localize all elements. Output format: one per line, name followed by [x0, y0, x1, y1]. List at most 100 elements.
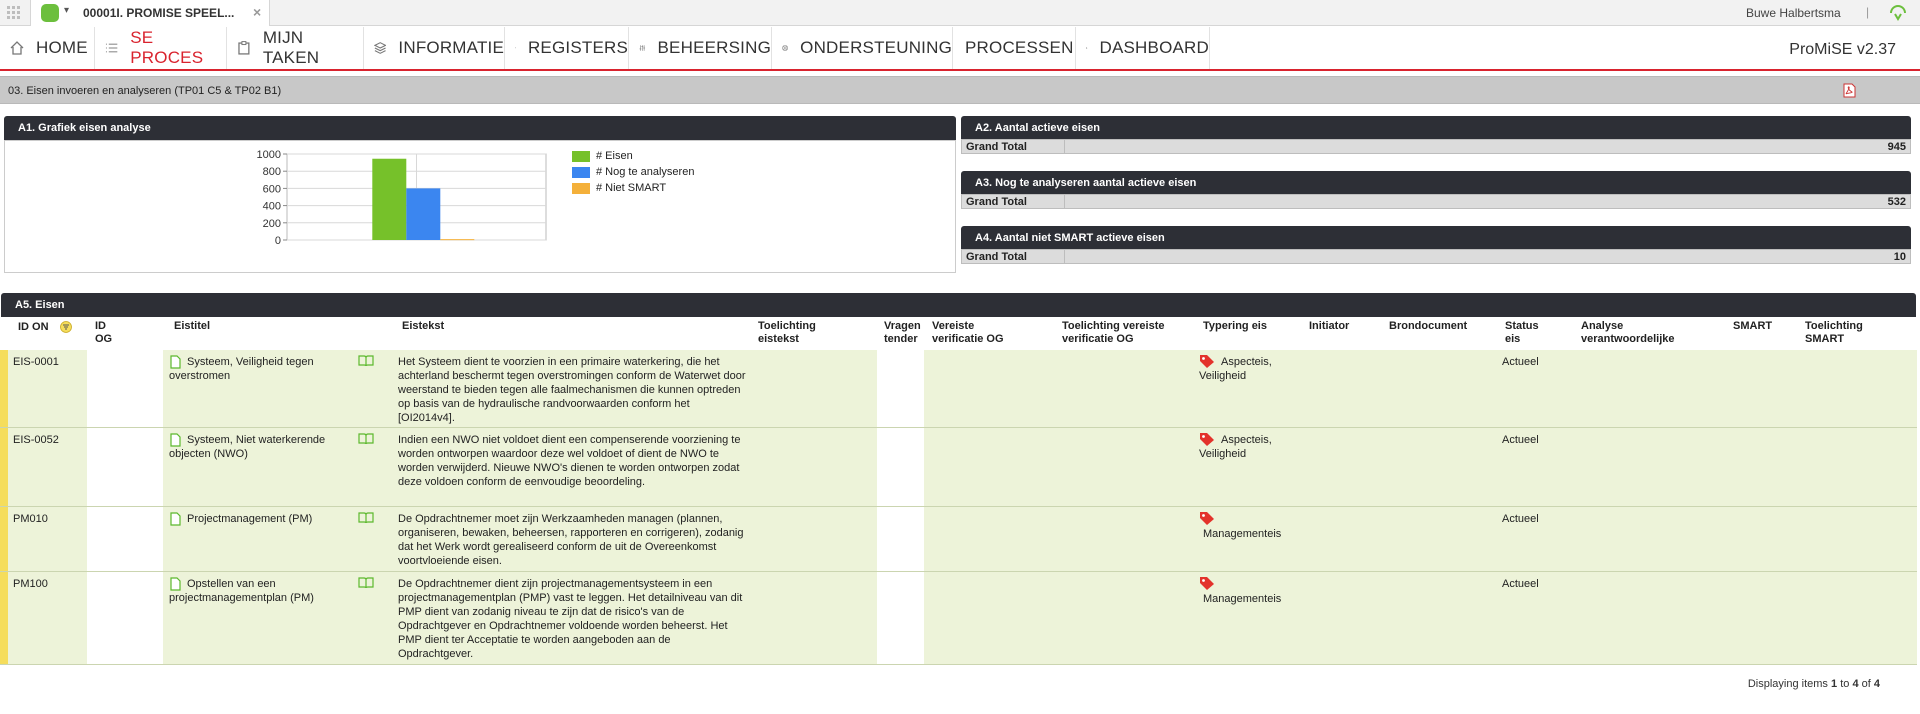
cell-eistitel-link[interactable]: Projectmanagement (PM): [169, 512, 339, 526]
nav-item-ondersteuning[interactable]: ONDERSTEUNING: [772, 27, 953, 69]
legend-label: # Niet SMART: [596, 182, 667, 194]
table-row[interactable]: EIS-0052 Systeem, Niet waterkerende obje…: [0, 428, 1917, 507]
table-row[interactable]: PM100 Opstellen van een projectmanagemen…: [0, 572, 1917, 665]
cell-status: Actueel: [1502, 434, 1539, 446]
cell-vragen-tender: [877, 572, 924, 664]
grand-total-row-a3: Grand Total 532: [961, 194, 1911, 209]
column-header-analyse-verantwoordelijke[interactable]: Analyse verantwoordelijke: [1581, 320, 1701, 346]
filter-icon[interactable]: [60, 321, 72, 333]
panel-a5-title: A5. Eisen: [15, 299, 65, 311]
column-header-eistitel[interactable]: Eistitel: [174, 320, 210, 333]
nav-item-informatie[interactable]: INFORMATIE: [364, 27, 505, 69]
column-header-eistekst[interactable]: Eistekst: [402, 320, 444, 333]
pdf-export-icon[interactable]: [1843, 83, 1856, 98]
sliders-icon: [639, 45, 646, 51]
close-icon[interactable]: ×: [253, 4, 261, 20]
column-header-status-eis[interactable]: Status eis: [1505, 320, 1545, 346]
cell-typering: Managementeis: [1203, 528, 1282, 540]
cell-id-og: [87, 428, 163, 506]
nav-item-dashboard[interactable]: DASHBOARD: [1076, 27, 1210, 69]
nav-label: INFORMATIE: [398, 38, 504, 57]
main-nav: HOME SE PROCES MIJN TAKEN INFORMATIE REG…: [0, 27, 1920, 71]
app-tab[interactable]: ▾ 00001I. PROMISE SPEEL... ×: [30, 0, 270, 26]
cell-eistekst: De Opdrachtnemer moet zijn Werkzaamheden…: [398, 513, 744, 567]
panel-a3-header: A3. Nog te analyseren aantal actieve eis…: [961, 171, 1911, 195]
cell-id-on[interactable]: PM010: [13, 512, 48, 526]
legend-swatch: [572, 183, 590, 194]
nav-item-processen[interactable]: PROCESSEN: [953, 27, 1076, 69]
y-tick-label: 1000: [257, 149, 281, 161]
cell-eistekst: De Opdrachtnemer dient zijn projectmanag…: [398, 578, 743, 660]
column-header-vereiste-verificatie[interactable]: Vereiste verificatie OG: [932, 320, 1022, 346]
column-header-toelichting-verificatie[interactable]: Toelichting vereiste verificatie OG: [1062, 320, 1182, 346]
row-marker: [0, 428, 8, 506]
panel-a2-title: A2. Aantal actieve eisen: [975, 122, 1100, 134]
book-icon[interactable]: [358, 512, 374, 524]
nav-item-registers[interactable]: REGISTERS: [505, 27, 629, 69]
cell-status: Actueel: [1502, 578, 1539, 590]
panel-a3-title: A3. Nog te analyseren aantal actieve eis…: [975, 177, 1197, 189]
nav-item-mijn-taken[interactable]: MIJN TAKEN: [227, 27, 364, 69]
cell-id-on[interactable]: EIS-0052: [13, 433, 59, 447]
cell-status: Actueel: [1502, 356, 1539, 368]
nav-item-se-proces[interactable]: SE PROCES: [95, 27, 227, 69]
cell-eistitel-link[interactable]: Opstellen van een projectmanagementplan …: [169, 577, 329, 605]
cell-eistekst: Indien een NWO niet voldoet dient een co…: [398, 434, 741, 488]
grand-total-value: 10: [1893, 251, 1906, 263]
eisen-analyse-chart: 1000 800 600 400 200 0: [257, 149, 547, 247]
grand-total-value: 532: [1887, 196, 1906, 208]
cell-eistekst: Het Systeem dient te voorzien in een pri…: [398, 356, 746, 424]
column-header-initiator[interactable]: Initiator: [1309, 320, 1349, 333]
pagination-of-word: of: [1861, 678, 1871, 690]
nav-item-beheersing[interactable]: BEHEERSING: [629, 27, 772, 69]
app-grid-icon[interactable]: [7, 6, 21, 20]
pagination-prefix: Displaying items: [1747, 678, 1828, 690]
book-icon[interactable]: [358, 355, 374, 367]
home-icon: [10, 41, 24, 55]
book-icon[interactable]: [358, 577, 374, 589]
bar-niet-smart: [440, 239, 475, 241]
nav-label: PROCESSEN: [965, 38, 1074, 57]
column-header-toelichting-eistekst[interactable]: Toelichting eistekst: [758, 320, 838, 346]
column-header-id-og[interactable]: ID OG: [95, 320, 125, 346]
cell-vragen-tender: [877, 507, 924, 571]
nav-label: HOME: [36, 38, 88, 57]
brand-version: ProMiSE v2.37: [1789, 41, 1896, 58]
app-switch-icon[interactable]: [1888, 4, 1908, 22]
y-tick-label: 800: [263, 166, 281, 178]
column-header-vragen-tender[interactable]: Vragen tender: [884, 320, 928, 346]
cell-eistitel-link[interactable]: Systeem, Veiligheid tegen overstromen: [169, 355, 329, 383]
chevron-down-icon[interactable]: ▾: [64, 5, 69, 16]
cell-eistitel-link[interactable]: Systeem, Niet waterkerende objecten (NWO…: [169, 433, 339, 461]
cell-id-on[interactable]: EIS-0001: [13, 355, 59, 369]
cell-id-on[interactable]: PM100: [13, 577, 48, 591]
panel-a1-header: A1. Grafiek eisen analyse: [4, 116, 956, 140]
chart-panel: 1000 800 600 400 200 0: [4, 140, 956, 273]
lifebuoy-icon: [782, 45, 788, 51]
column-header-brondocument[interactable]: Brondocument: [1389, 320, 1467, 333]
bar-nog-te-analyseren: [406, 188, 441, 240]
column-header-id-on[interactable]: ID ON: [18, 321, 49, 334]
register-icon: [515, 47, 516, 49]
divider: [1064, 250, 1065, 263]
grand-total-label: Grand Total: [966, 196, 1027, 208]
cell-vragen-tender: [877, 350, 924, 427]
top-tab-bar: ▾ 00001I. PROMISE SPEEL... × Buwe Halber…: [0, 0, 1920, 26]
user-name[interactable]: Buwe Halbertsma: [1746, 6, 1841, 20]
table-header: ID ON ID OG Eistitel Eistekst Toelichtin…: [0, 318, 1917, 350]
panel-a4-header: A4. Aantal niet SMART actieve eisen: [961, 226, 1911, 250]
cell-id-og: [87, 507, 163, 571]
pagination-total: 4: [1873, 678, 1880, 690]
panel-a1-title: A1. Grafiek eisen analyse: [18, 122, 151, 134]
column-header-typering-eis[interactable]: Typering eis: [1203, 320, 1267, 333]
book-icon[interactable]: [358, 433, 374, 445]
y-tick-label: 0: [275, 235, 281, 247]
grand-total-label: Grand Total: [966, 141, 1027, 153]
table-row[interactable]: PM010 Projectmanagement (PM) De Opdracht…: [0, 507, 1917, 572]
cell-typering: Managementeis: [1203, 593, 1282, 605]
table-row[interactable]: EIS-0001 Systeem, Veiligheid tegen overs…: [0, 350, 1917, 428]
column-header-toelichting-smart[interactable]: Toelichting SMART: [1805, 320, 1885, 346]
nav-item-home[interactable]: HOME: [0, 27, 95, 69]
column-header-smart[interactable]: SMART: [1733, 320, 1772, 333]
grand-total-row-a2: Grand Total 945: [961, 139, 1911, 154]
